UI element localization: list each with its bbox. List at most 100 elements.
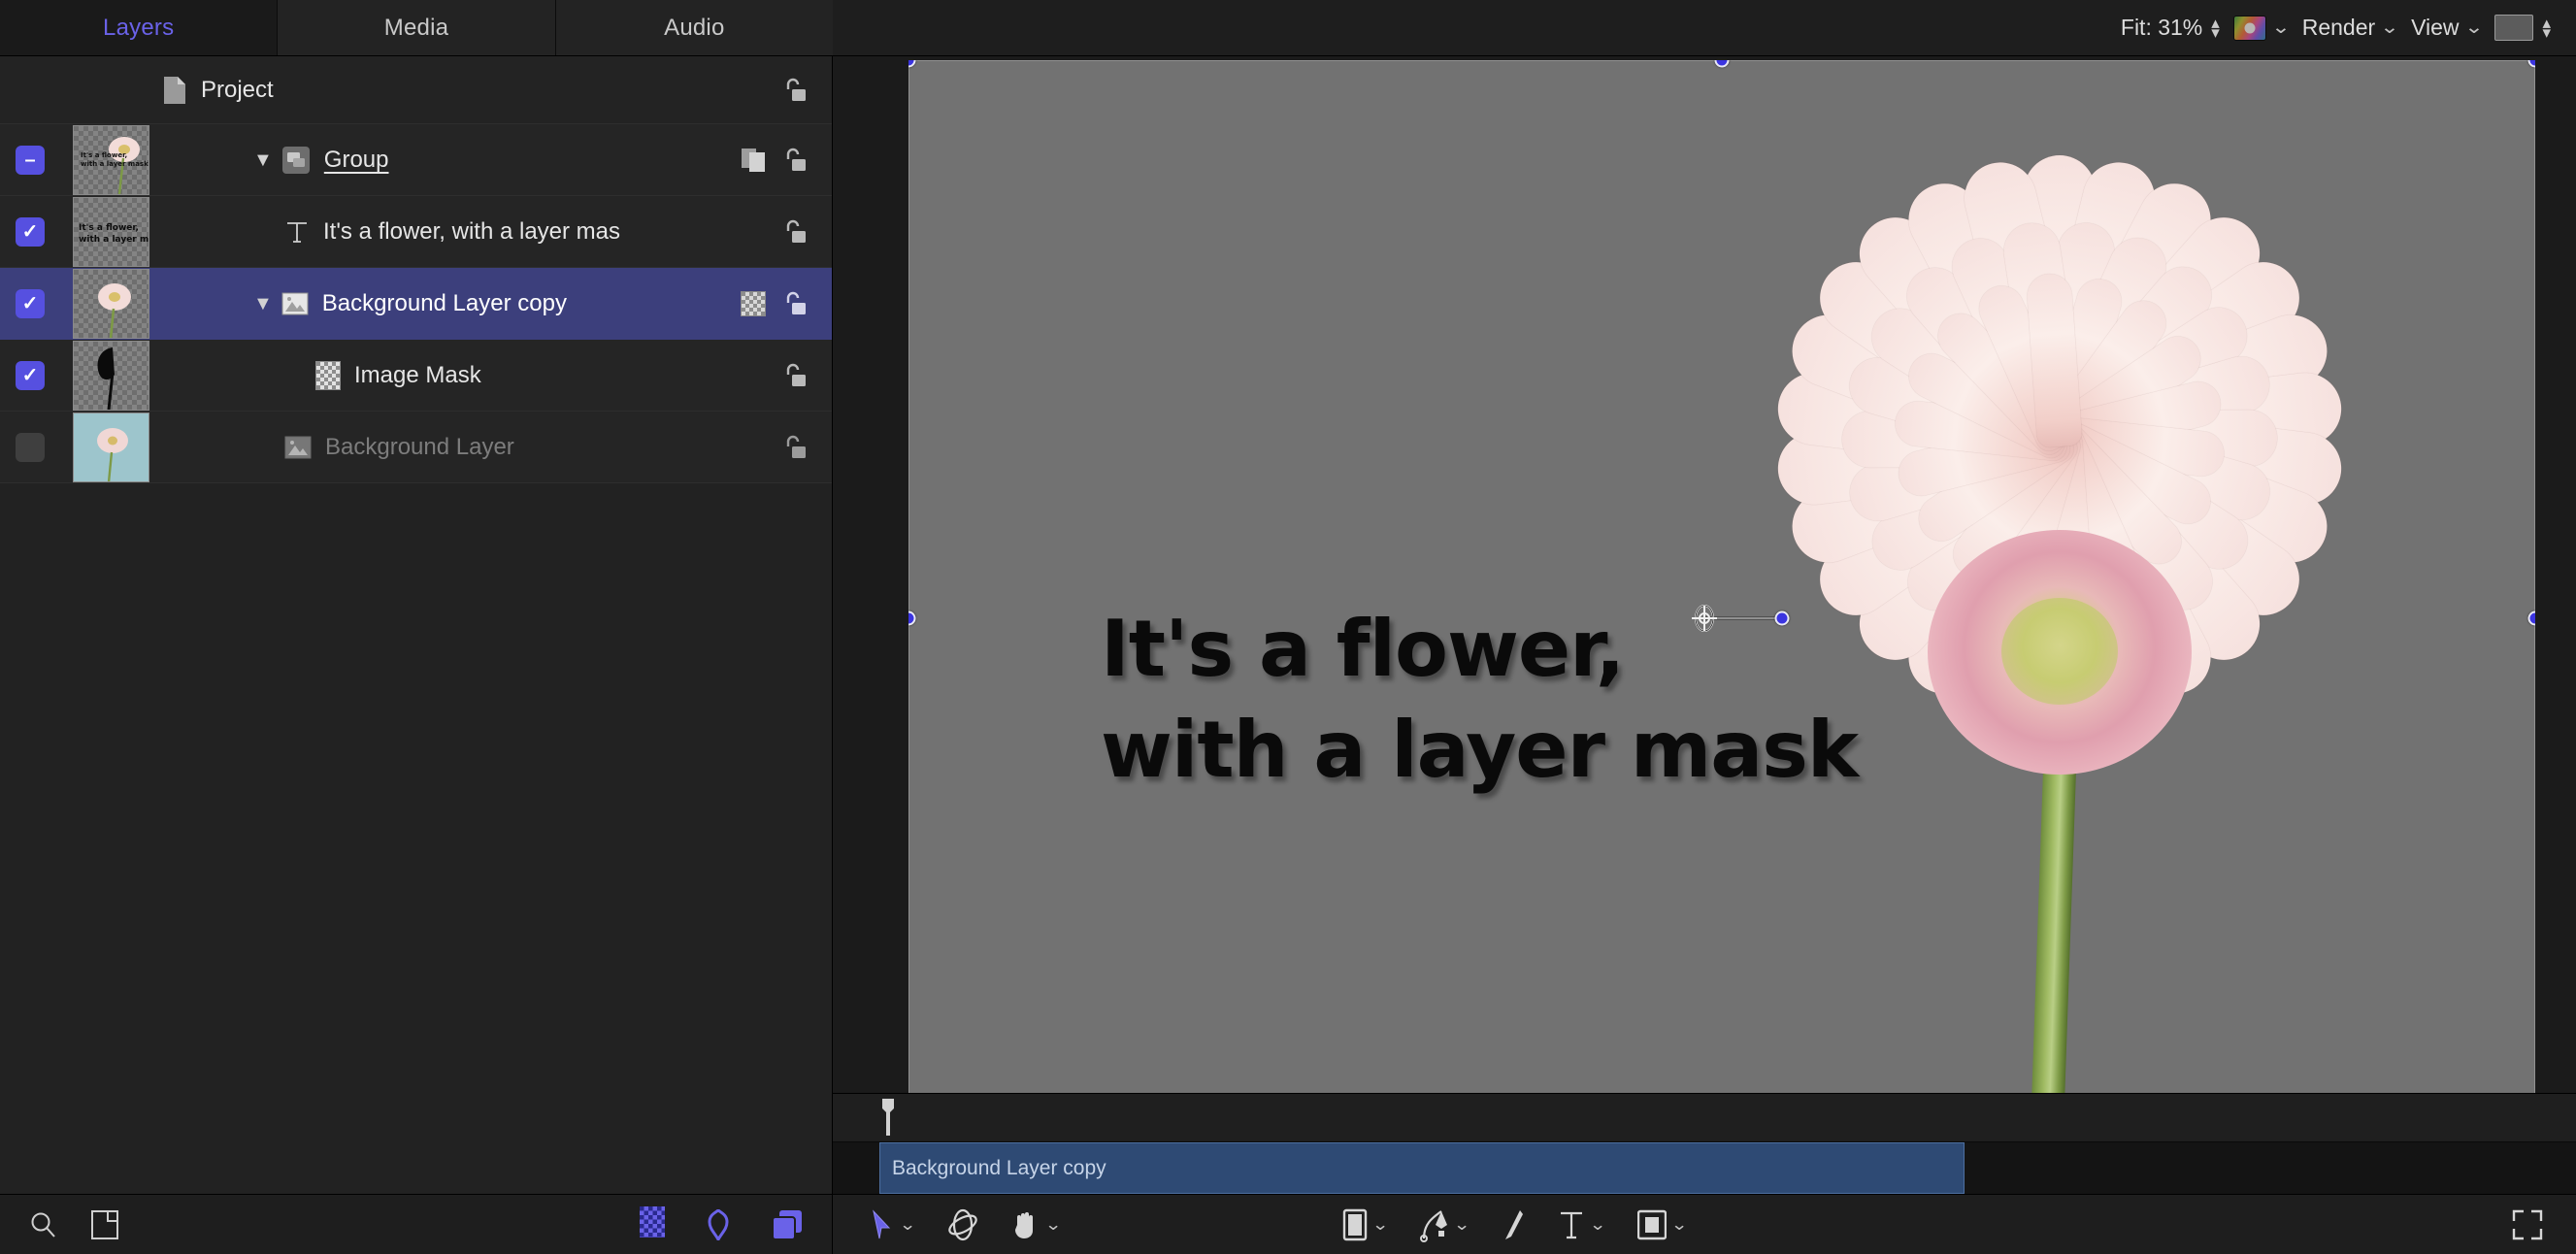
- checkerboard-icon[interactable]: [640, 1206, 665, 1242]
- project-name-label: Project: [201, 76, 274, 103]
- layer-row-group[interactable]: – It's a flower, with a layer mask ▼ Gro…: [0, 124, 832, 196]
- svg-text:with a layer mask: with a layer mask: [79, 235, 149, 245]
- select-tool[interactable]: ⌄: [870, 1208, 916, 1240]
- panel-layout-icon[interactable]: [91, 1209, 118, 1239]
- sidebar-bottom-bar: [0, 1194, 833, 1254]
- new-group-icon[interactable]: [772, 1209, 803, 1240]
- playhead-icon[interactable]: [879, 1098, 897, 1137]
- timeline-track[interactable]: Background Layer copy: [833, 1142, 2576, 1194]
- mask-badge-icon[interactable]: [741, 290, 766, 316]
- background-copy-name-label: Background Layer copy: [321, 289, 567, 316]
- timeline-strip: Background Layer copy: [833, 1093, 2576, 1194]
- pan-tool[interactable]: ⌄: [1011, 1209, 1062, 1240]
- group-badge-icon[interactable]: [741, 148, 766, 173]
- checkbox-checked-icon[interactable]: ✓: [16, 216, 45, 247]
- shape-tool-chevron-down-icon[interactable]: ⌄: [1371, 1216, 1389, 1233]
- view-menu-label: View: [2411, 15, 2460, 40]
- color-channel-control[interactable]: ⌄: [2232, 15, 2291, 41]
- text-tool-chevron-down-icon[interactable]: ⌄: [1589, 1216, 1606, 1233]
- color-swatch-icon[interactable]: [2232, 15, 2266, 41]
- select-tool-chevron-down-icon[interactable]: ⌄: [899, 1216, 916, 1233]
- background-copy-disclosure-triangle-icon[interactable]: ▼: [253, 294, 273, 314]
- background-swatch-icon[interactable]: [2494, 15, 2534, 41]
- canvas-viewport[interactable]: It's a flower, with a layer mask: [908, 60, 2535, 1176]
- tab-layers-label: Layers: [103, 14, 175, 41]
- checkbox-mixed-icon[interactable]: –: [16, 145, 45, 175]
- zoom-stepper-icon[interactable]: ▴ ▾: [2211, 15, 2220, 41]
- unlocked-icon[interactable]: [781, 147, 807, 174]
- checkbox-unchecked-icon[interactable]: [16, 432, 45, 462]
- background-layer-enable-checkbox[interactable]: [0, 432, 60, 462]
- background-copy-enable-checkbox[interactable]: ✓: [0, 288, 60, 318]
- transform-tools: ⌄ ⌄: [870, 1208, 1062, 1241]
- background-stepper-icon[interactable]: ▴ ▾: [2542, 15, 2551, 41]
- group-enable-checkbox[interactable]: –: [0, 145, 60, 175]
- group-thumbnail-slot: It's a flower, with a layer mask: [60, 124, 162, 195]
- unlocked-icon[interactable]: [781, 362, 807, 389]
- tab-audio[interactable]: Audio: [555, 0, 833, 55]
- image-mask-enable-checkbox[interactable]: ✓: [0, 360, 60, 390]
- paint-tool[interactable]: [1502, 1208, 1525, 1241]
- background-copy-name-cell: ▼ Background Layer copy: [162, 290, 741, 317]
- canvas-toolbar: Fit: 31% ▴ ▾ ⌄ Render ⌄ View ⌄ ▴ ▾: [833, 0, 2576, 56]
- selection-handle-top-left[interactable]: [908, 60, 916, 68]
- project-badges: [781, 77, 832, 104]
- flower-center: [2001, 598, 2118, 705]
- mask-tool-chevron-down-icon[interactable]: ⌄: [1670, 1216, 1688, 1233]
- checkbox-checked-icon[interactable]: ✓: [16, 360, 45, 390]
- tab-layers[interactable]: Layers: [0, 0, 279, 55]
- color-chevron-down-icon[interactable]: ⌄: [2271, 18, 2291, 37]
- svg-text:with a layer mask: with a layer mask: [81, 160, 149, 168]
- background-layer-badges: [781, 434, 832, 461]
- layer-row-project[interactable]: Project: [0, 56, 832, 124]
- fullscreen-toggle[interactable]: [2512, 1209, 2543, 1240]
- layer-list-empty-area[interactable]: [0, 483, 832, 1194]
- group-badges: [741, 147, 832, 174]
- svg-text:It's a flower,: It's a flower,: [81, 151, 127, 159]
- bezier-tool-chevron-down-icon[interactable]: ⌄: [1453, 1216, 1470, 1233]
- pan-tool-chevron-down-icon[interactable]: ⌄: [1044, 1216, 1062, 1233]
- group-thumbnail: It's a flower, with a layer mask: [73, 124, 149, 195]
- sidebar-tab-bar: Layers Media Audio: [0, 0, 833, 56]
- timeline-clip-label: Background Layer copy: [892, 1156, 1106, 1179]
- bezier-tool[interactable]: ⌄: [1419, 1207, 1470, 1242]
- unlocked-icon[interactable]: [781, 218, 807, 246]
- transform-3d-tool[interactable]: [947, 1208, 978, 1241]
- checkbox-checked-icon[interactable]: ✓: [16, 288, 45, 318]
- timeline-ruler[interactable]: [833, 1094, 2576, 1142]
- selection-handle-middle-right[interactable]: [2527, 610, 2535, 626]
- background-color-control[interactable]: ▴ ▾: [2494, 15, 2551, 41]
- canvas-text-layer[interactable]: It's a flower, with a layer mask: [1101, 599, 1994, 801]
- unlocked-icon[interactable]: [781, 434, 807, 461]
- zoom-fit-control[interactable]: Fit: 31% ▴ ▾: [2121, 15, 2220, 41]
- text-tool[interactable]: ⌄: [1558, 1209, 1606, 1240]
- text-layer-enable-checkbox[interactable]: ✓: [0, 216, 60, 247]
- unlocked-icon[interactable]: [781, 77, 807, 104]
- background-layer-name-cell: Background Layer: [162, 434, 781, 461]
- shape-tool[interactable]: ⌄: [1342, 1208, 1389, 1241]
- render-menu[interactable]: Render ⌄: [2302, 15, 2399, 41]
- layer-row-image-mask[interactable]: ✓ Image Mask: [0, 340, 832, 412]
- group-disclosure-triangle-icon[interactable]: ▼: [253, 150, 273, 170]
- canvas-area[interactable]: It's a flower, with a layer mask Backgro…: [833, 56, 2576, 1194]
- zoom-fit-label: Fit: 31%: [2120, 15, 2203, 40]
- tab-media[interactable]: Media: [278, 0, 556, 55]
- view-menu[interactable]: View ⌄: [2411, 15, 2484, 41]
- selection-handle-top-right[interactable]: [2527, 60, 2535, 68]
- search-icon[interactable]: [29, 1210, 58, 1239]
- timeline-clip[interactable]: Background Layer copy: [879, 1142, 1965, 1194]
- bottom-bar-row: ⌄ ⌄ ⌄ ⌄ ⌄ ⌄: [0, 1194, 2576, 1254]
- layer-row-text[interactable]: ✓ It's a flower, with a layer mask: [0, 196, 832, 268]
- view-chevron-down-icon[interactable]: ⌄: [2464, 18, 2484, 37]
- unlocked-icon[interactable]: [781, 290, 807, 317]
- timeline: Background Layer copy: [833, 1093, 2576, 1194]
- layer-list: Project – It's a flower, with a layer ma…: [0, 56, 832, 483]
- checkerboard-mask-icon: [315, 360, 341, 390]
- selection-handle-middle-left[interactable]: [908, 610, 916, 626]
- selection-handle-top-center[interactable]: [1714, 60, 1730, 68]
- layer-row-background-layer[interactable]: Background Layer: [0, 412, 832, 483]
- mask-tool[interactable]: ⌄: [1637, 1209, 1688, 1240]
- layer-row-background-layer-copy[interactable]: ✓ ▼ Background Layer copy: [0, 268, 832, 340]
- gear-burst-icon[interactable]: [704, 1208, 733, 1240]
- render-chevron-down-icon[interactable]: ⌄: [2380, 18, 2399, 37]
